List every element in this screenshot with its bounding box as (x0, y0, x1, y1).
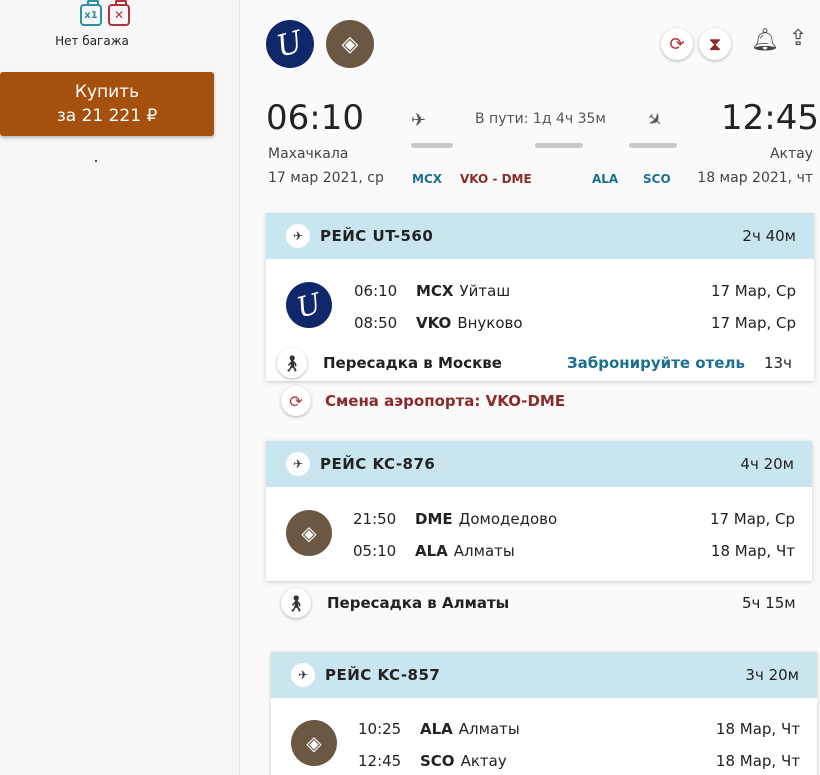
segment-arr-code: SCO (420, 752, 455, 770)
arrival-date: 18 мар 2021, чт (697, 170, 813, 186)
landing-icon: ✈ (642, 107, 668, 134)
segment-arrival: 12:45 SCO Актау (358, 752, 507, 770)
hand-luggage-icon: x1 (80, 0, 102, 26)
flight-duration: 3ч 20м (745, 666, 799, 684)
segment-dep-date: 17 Мар, Ср (710, 282, 796, 300)
arrival-time: 12:45 (721, 98, 819, 138)
departure-date: 17 мар 2021, ср (268, 170, 384, 186)
flight-number: РЕЙС UT-560 (320, 227, 434, 245)
pin-icon[interactable]: ✈ (286, 452, 310, 476)
segment-arr-code: VKO (416, 314, 452, 332)
walking-icon: 🚶︎ (277, 348, 307, 378)
no-baggage-icon: ✕ (108, 0, 130, 26)
segment-dep-date: 18 Мар, Чт (715, 720, 800, 738)
buy-button[interactable]: Купить за 21 221 ₽ (0, 72, 214, 136)
segment-arr-date: 18 Мар, Чт (715, 752, 800, 770)
segment-dep-time: 06:10 (354, 282, 398, 300)
segment-arr-time: 08:50 (354, 314, 398, 332)
buy-button-price: за 21 221 ₽ (56, 106, 158, 126)
flight-header: ✈ РЕЙС KC-876 4ч 20м (266, 441, 812, 487)
transfer-duration: 13ч (764, 354, 792, 372)
hourglass-icon[interactable]: ⧗ (699, 28, 731, 60)
baggage-icons: x1 ✕ (80, 0, 130, 26)
itinerary-panel: U ◈ ⟳ ⧗ 🔔︎ ⇪ 06:10 Махачкала 17 мар 2021… (241, 0, 820, 775)
segment-arr-time: 12:45 (358, 752, 402, 770)
transfer-text: Пересадка в Москве (323, 354, 502, 372)
flight-header: ✈ РЕЙС KC-857 3ч 20м (271, 652, 817, 698)
buy-button-label: Купить (74, 82, 140, 102)
flight-card-kc857[interactable]: ✈ РЕЙС KC-857 3ч 20м ◈ 10:25 ALA Алматы … (271, 652, 817, 775)
segment-arr-date: 18 Мар, Чт (710, 542, 795, 560)
route-bar-1 (411, 143, 453, 148)
segment-arrival: 05:10 ALA Алматы (353, 542, 515, 560)
airport-change-text: Смена аэропорта: VKO-DME (325, 392, 566, 410)
segment-departure: 21:50 DME Домодедово (353, 510, 557, 528)
airport-change-notice: ⟳ Смена аэропорта: VKO-DME (281, 386, 565, 416)
segment-dep-time: 10:25 (358, 720, 402, 738)
transfer-text: Пересадка в Алматы (327, 594, 510, 612)
flight-header: ✈ РЕЙС UT-560 2ч 40м (266, 213, 814, 259)
segment-logo-ut: U (286, 282, 332, 328)
departure-city: Махачкала (268, 146, 349, 162)
segment-dep-airport: Домодедово (458, 510, 558, 528)
kc-logo-icon: ◈ (306, 731, 322, 755)
airport-change-icon[interactable]: ⟳ (661, 28, 693, 60)
baggage-label: Нет багажа (55, 34, 129, 48)
route-bar-2 (535, 143, 583, 148)
divider-dot (95, 160, 97, 162)
pin-icon[interactable]: ✈ (291, 663, 315, 687)
pin-icon[interactable]: ✈ (286, 224, 310, 248)
transfer-moscow: 🚶︎ Пересадка в Москве (277, 348, 502, 378)
share-icon[interactable]: ⇪ (789, 26, 807, 51)
route-code-mcx: MCX (412, 172, 442, 186)
flight-duration: 2ч 40м (742, 227, 796, 245)
segment-dep-code: MCX (416, 282, 454, 300)
segment-arr-date: 17 Мар, Ср (710, 314, 796, 332)
bell-icon[interactable]: 🔔︎ (751, 28, 779, 53)
segment-arr-airport: Алматы (453, 542, 515, 560)
ut-logo-icon: U (293, 286, 325, 324)
flight-number: РЕЙС KC-857 (325, 666, 441, 684)
left-panel: x1 ✕ Нет багажа Купить за 21 221 ₽ (0, 0, 240, 775)
in-transit-duration: В пути: 1д 4ч 35м (475, 111, 606, 127)
segment-arr-code: ALA (415, 542, 448, 560)
segment-arrival: 08:50 VKO Внуково (354, 314, 523, 332)
segment-dep-airport: Уйташ (459, 282, 511, 300)
segment-departure: 06:10 MCX Уйташ (354, 282, 510, 300)
ut-logo-icon: U (273, 23, 307, 65)
segment-dep-code: DME (415, 510, 453, 528)
flight-card-kc876[interactable]: ✈ РЕЙС KC-876 4ч 20м ◈ 21:50 DME Домодед… (266, 441, 812, 581)
flight-duration: 4ч 20м (740, 455, 794, 473)
departure-time: 06:10 (266, 98, 364, 138)
segment-dep-date: 17 Мар, Ср (709, 510, 795, 528)
segment-arr-airport: Внуково (457, 314, 523, 332)
takeoff-icon: ✈ (411, 110, 427, 131)
route-code-ala: ALA (592, 172, 619, 186)
flight-number: РЕЙС KC-876 (320, 455, 436, 473)
arrival-city: Актау (769, 146, 813, 162)
airline-logo-kc: ◈ (326, 20, 374, 68)
segment-logo-kc: ◈ (291, 720, 337, 766)
segment-dep-code: ALA (420, 720, 453, 738)
airport-change-icon: ⟳ (281, 386, 311, 416)
segment-departure: 10:25 ALA Алматы (358, 720, 520, 738)
segment-dep-time: 21:50 (353, 510, 397, 528)
book-hotel-link[interactable]: Забронируйте отель (567, 354, 745, 372)
segment-arr-airport: Актау (460, 752, 507, 770)
transfer-almaty: 🚶︎ Пересадка в Алматы (281, 588, 509, 618)
segment-logo-kc: ◈ (286, 510, 332, 556)
walking-icon: 🚶︎ (281, 588, 311, 618)
kc-logo-icon: ◈ (341, 31, 359, 57)
airline-logo-ut: U (266, 20, 314, 68)
transfer-duration: 5ч 15м (742, 594, 796, 612)
segment-dep-airport: Алматы (458, 720, 520, 738)
segment-arr-time: 05:10 (353, 542, 397, 560)
kc-logo-icon: ◈ (301, 521, 317, 545)
route-code-vko-dme: VKO - DME (460, 172, 532, 186)
